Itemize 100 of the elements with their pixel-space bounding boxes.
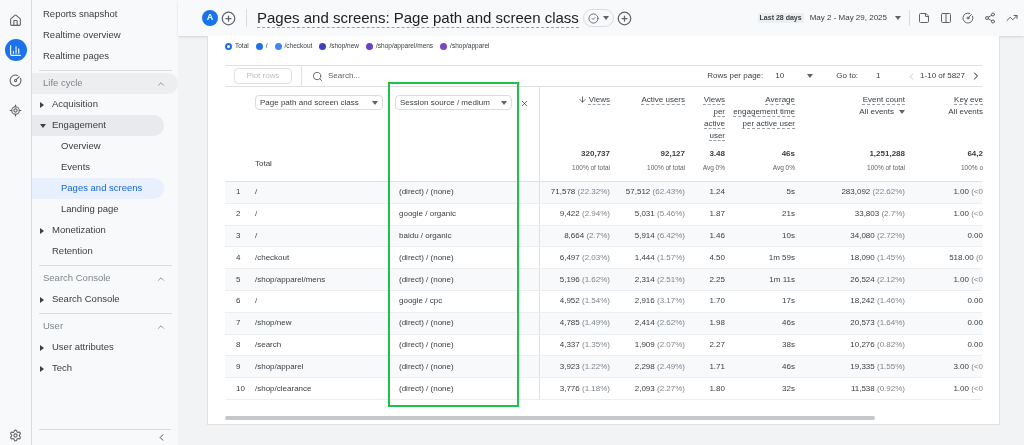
nav-item[interactable]: Landing page: [32, 199, 164, 220]
nav-item[interactable]: Engagement: [32, 115, 164, 136]
column-header[interactable]: Event count: [862, 94, 905, 106]
table-cell-text: 19,335 (1.55%): [849, 360, 906, 373]
table-cell-text: 26,524 (2.12%): [849, 273, 906, 286]
table-cell-text: 21s: [781, 208, 796, 221]
column-header[interactable]: Views per active user: [693, 94, 725, 142]
table-cell-text: /search: [254, 338, 283, 351]
table-cell-text: 4.50: [708, 251, 726, 264]
nav-item[interactable]: Tech: [32, 358, 164, 379]
insights-icon[interactable]: [962, 12, 974, 24]
metric-filter[interactable]: All events: [948, 106, 983, 118]
nav-item[interactable]: Events: [32, 157, 164, 178]
nav-item[interactable]: Retention: [32, 241, 164, 262]
remove-dimension-icon[interactable]: [520, 99, 529, 108]
section-header[interactable]: Search Console: [32, 268, 178, 289]
columns-icon[interactable]: [940, 12, 952, 24]
table-cell-text: 283,092 (22.62%): [840, 186, 906, 199]
table-cell-text: 1.98: [708, 317, 726, 330]
nav-item[interactable]: Search Console: [32, 289, 164, 310]
table-cell-text: 1.00 (<0: [952, 273, 983, 286]
date-range-picker[interactable]: May 2 - May 29, 2025: [809, 12, 901, 24]
reports-icon[interactable]: [4, 39, 27, 61]
nav-item[interactable]: Acquisition: [32, 94, 164, 115]
total-value: 3.48: [709, 148, 725, 161]
table-cell-text: 3,776 (1.18%): [558, 382, 611, 395]
report-title: Pages and screens: Page path and screen class: [257, 8, 579, 28]
total-value: 64,2: [967, 148, 983, 161]
sort-arrow-icon: [577, 95, 587, 104]
row-index: 1: [235, 186, 242, 199]
table-cell-text: 0.00: [966, 338, 983, 351]
add-icon[interactable]: [616, 10, 632, 26]
nav-item[interactable]: User attributes: [32, 337, 164, 358]
row-index: 4: [235, 251, 242, 264]
table-cell-text: 2,916 (3.17%): [633, 295, 686, 308]
table-cell-text: 46s: [781, 317, 796, 330]
table-cell-text: 2,314 (2.51%): [633, 273, 686, 286]
table-cell-text: 34,080 (2.72%): [849, 230, 906, 242]
table-cell-text: (direct) / (none): [398, 338, 455, 351]
table-cell-text: /: [254, 230, 259, 242]
table-cell-text: 71,578 (22.32%): [549, 186, 611, 199]
avatar[interactable]: A: [202, 10, 218, 26]
table-cell-text: 2.27: [708, 338, 726, 351]
note-icon[interactable]: [918, 12, 930, 24]
nav-item[interactable]: Pages and screens: [32, 178, 164, 199]
table-cell-text: 17s: [781, 295, 796, 308]
table-cell-text: (direct) / (none): [398, 251, 455, 264]
table-cell-text: 3.00 (<0: [952, 360, 983, 373]
table-cell-text: /shop/apparel/mens: [254, 273, 327, 286]
nav-item[interactable]: Overview: [32, 136, 164, 157]
table-cell-text: 0.00: [966, 295, 983, 308]
dropdown-caret-icon: [899, 110, 905, 114]
table-cell-text: (direct) / (none): [398, 273, 455, 286]
table-cell-text: google / organic: [398, 208, 457, 221]
table-cell-text: 4,952 (1.54%): [558, 295, 611, 308]
dropdown-caret-icon: [501, 100, 507, 105]
search-field[interactable]: Search...: [328, 70, 448, 82]
table-cell-text: 18,090 (1.45%): [849, 251, 906, 264]
share-icon[interactable]: [984, 12, 996, 24]
table-cell-text: 1.71: [708, 360, 726, 373]
add-comparison-icon[interactable]: [221, 10, 236, 26]
total-value: 1,251,288: [869, 148, 905, 161]
dimension-dropdown[interactable]: Session source / medium: [395, 95, 512, 110]
column-header[interactable]: Views: [588, 94, 610, 106]
go-to-field[interactable]: 1: [876, 70, 907, 82]
column-header[interactable]: Active users: [641, 94, 685, 106]
table-cell-text: /shop/new: [254, 317, 293, 330]
nav-item[interactable]: Realtime pages: [32, 46, 178, 67]
dropdown-caret-icon: [602, 16, 609, 20]
table-cell-text: (direct) / (none): [398, 360, 455, 373]
table-cell-text: 1.70: [708, 295, 726, 308]
table-cell-text: 4,785 (1.49%): [558, 317, 611, 330]
table-cell-text: 1.00 (<0: [952, 186, 983, 199]
metric-filter[interactable]: All events: [859, 106, 905, 118]
horizontal-scrollbar[interactable]: [225, 416, 875, 420]
nav-item[interactable]: Realtime overview: [32, 25, 178, 46]
nav-item[interactable]: Reports snapshot: [32, 4, 178, 25]
dimension-dropdown[interactable]: Page path and screen class: [255, 95, 383, 110]
rows-per-page-select[interactable]: 10: [775, 70, 814, 82]
settings-icon[interactable]: [9, 429, 22, 442]
row-index: 3: [235, 230, 242, 242]
section-header[interactable]: User: [32, 316, 178, 337]
column-header[interactable]: Key eve: [954, 94, 983, 106]
table-cell-text: (direct) / (none): [398, 382, 455, 395]
nav-item[interactable]: Monetization: [32, 220, 164, 241]
trend-icon[interactable]: [1006, 12, 1018, 24]
table-cell-text: 1.24: [708, 186, 726, 199]
table-cell-text: 57,512 (62.43%): [624, 186, 686, 199]
table-cell-text: 9,422 (2.94%): [558, 208, 611, 221]
table-cell-text: 5,031 (5.46%): [633, 208, 686, 221]
table-cell-text: 1m 59s: [767, 251, 796, 264]
table-cell-text: 1.00 (<0: [952, 382, 983, 395]
column-header[interactable]: Average engagement time per active user: [733, 94, 795, 130]
table-cell-text: 8,664 (2.7%): [563, 230, 611, 242]
table-cell-text: 2.25: [708, 273, 726, 286]
dropdown-caret-icon: [372, 100, 378, 105]
table-cell-text: 1.46: [708, 230, 726, 242]
table-cell-text: 1,444 (1.57%): [633, 251, 686, 264]
table-cell-text: 10s: [781, 230, 796, 242]
table-cell-text: /: [254, 295, 259, 308]
